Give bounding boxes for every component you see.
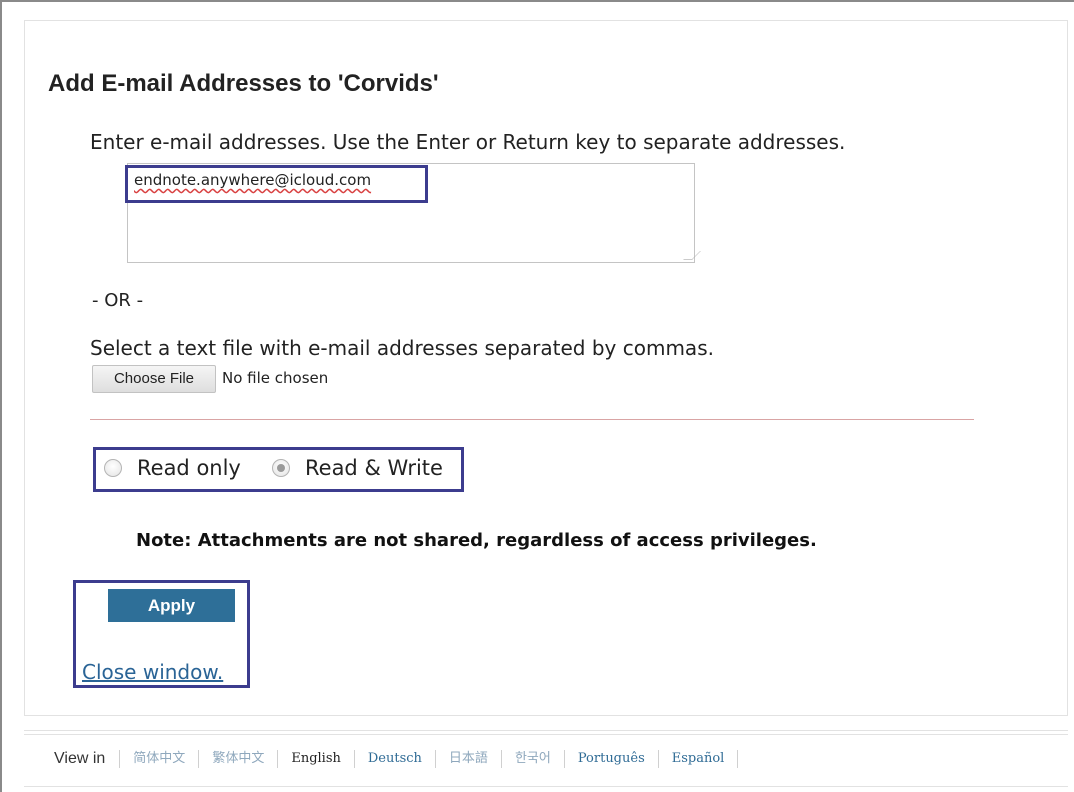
no-file-chosen-text: No file chosen [222,369,329,387]
footer-rule-bottom [24,786,1068,787]
language-link-de[interactable]: Deutsch [355,750,436,768]
dialog-title: Add E-mail Addresses to 'Corvids' [48,70,439,97]
file-instructions: Select a text file with e-mail addresses… [90,336,714,360]
read-only-label[interactable]: Read only [137,456,241,480]
email-highlight-box [125,165,428,203]
footer-rule-top [24,730,1068,731]
language-link-ja[interactable]: 日本語 [436,750,502,768]
language-link-en[interactable]: English [278,750,355,768]
view-in-label: View in [54,750,121,768]
apply-button[interactable]: Apply [108,589,235,622]
language-footer: View in 简体中文 繁体中文 English Deutsch 日本語 한국… [54,746,739,772]
attachments-note: Note: Attachments are not shared, regard… [136,530,817,551]
choose-file-button[interactable]: Choose File [92,365,216,393]
email-instructions: Enter e-mail addresses. Use the Enter or… [90,130,846,154]
close-window-link[interactable]: Close window. [82,660,223,684]
read-write-radio[interactable] [272,459,290,477]
read-only-radio[interactable] [104,459,122,477]
section-divider [90,419,974,420]
footer-rule-top-2 [24,734,1068,735]
language-link-es[interactable]: Español [659,750,739,768]
language-link-zh-hans[interactable]: 简体中文 [120,750,200,768]
language-link-ko[interactable]: 한국어 [502,750,565,768]
or-separator: - OR - [92,290,144,311]
read-write-label[interactable]: Read & Write [305,456,443,480]
language-link-zh-hant[interactable]: 繁体中文 [199,750,279,768]
language-link-pt[interactable]: Português [565,750,659,768]
